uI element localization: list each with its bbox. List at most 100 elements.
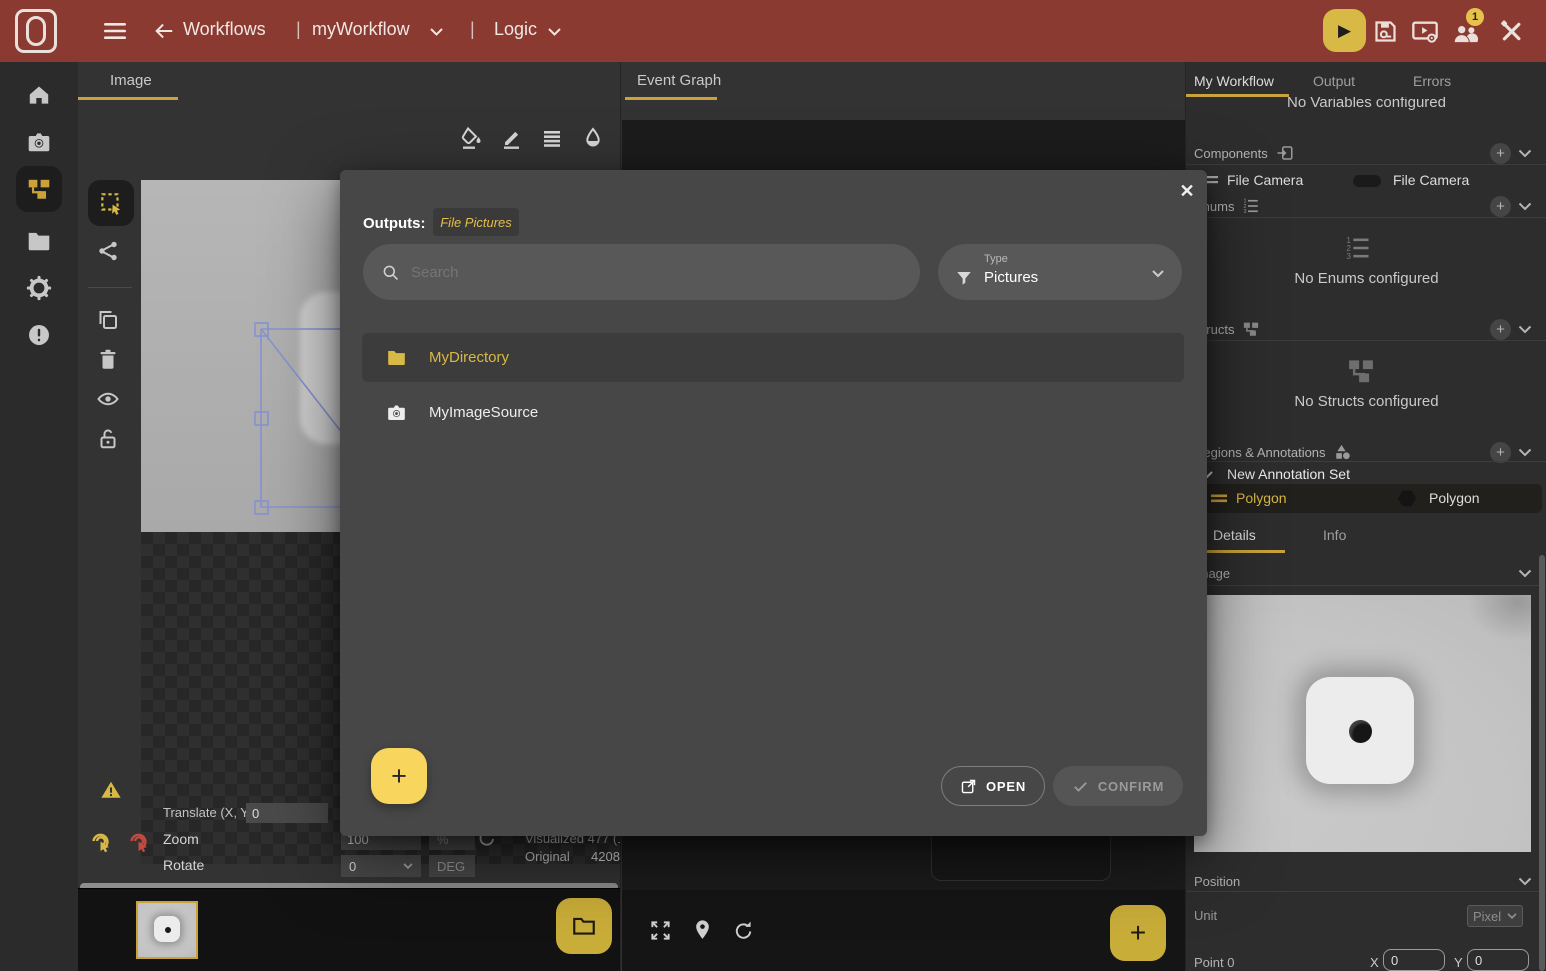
breadcrumb-workflows[interactable]: Workflows: [183, 19, 266, 40]
point0-y-input[interactable]: [1467, 949, 1529, 971]
rotate-select[interactable]: 0: [341, 855, 421, 877]
enums-empty-icon: 123: [1344, 234, 1372, 262]
preview-settings-icon[interactable]: [1411, 19, 1439, 45]
share-polyline-icon[interactable]: [96, 239, 120, 263]
add-struct-button[interactable]: +: [1490, 319, 1511, 340]
thumbnail-selected[interactable]: [136, 901, 198, 959]
components-collapse-chevron[interactable]: [1518, 149, 1532, 158]
pencil-tool-icon[interactable]: [500, 126, 524, 150]
vertical-scrollbar[interactable]: [1539, 555, 1545, 971]
sidebar-item-workflows[interactable]: [16, 166, 62, 212]
add-output-button[interactable]: +: [371, 748, 427, 804]
confirm-button[interactable]: CONFIRM: [1053, 766, 1183, 806]
tab-image[interactable]: Image: [110, 72, 152, 89]
search-input[interactable]: [409, 263, 889, 282]
tool-divider: [88, 287, 132, 288]
add-node-button[interactable]: +: [1110, 905, 1166, 961]
position-collapse-chevron[interactable]: [1518, 877, 1532, 886]
enums-collapse-chevron[interactable]: [1518, 202, 1532, 211]
enums-icon: 123: [1242, 197, 1260, 215]
tab-details[interactable]: Details: [1213, 527, 1256, 543]
event-graph-toolbar: +: [622, 890, 1186, 971]
breadcrumb-divider2: |: [470, 19, 475, 40]
point0-x-input[interactable]: [1383, 949, 1445, 971]
annotation-set-label: New Annotation Set: [1227, 466, 1350, 482]
select-tool-button[interactable]: [88, 180, 134, 226]
translate-input[interactable]: [246, 803, 328, 823]
tab-errors[interactable]: Errors: [1413, 73, 1451, 89]
polygon-row[interactable]: Polygon Polygon: [1197, 484, 1542, 513]
divider: [1186, 340, 1546, 341]
regions-collapse-chevron[interactable]: [1518, 448, 1532, 457]
tab-info[interactable]: Info: [1323, 527, 1346, 543]
add-component-button[interactable]: +: [1490, 143, 1511, 164]
modal-close-button[interactable]: ✕: [1174, 178, 1200, 204]
folder-icon: [26, 228, 52, 254]
opacity-droplet-icon[interactable]: [581, 126, 605, 150]
run-workflow-button[interactable]: ▶: [1323, 9, 1366, 52]
back-arrow-icon[interactable]: [153, 20, 175, 42]
app-root: Image: [0, 0, 1546, 971]
sidebar-item-settings[interactable]: [20, 269, 58, 307]
chevron-down-icon: [1152, 270, 1164, 278]
fill-tool-icon[interactable]: [460, 126, 484, 150]
sidebar-item-alerts[interactable]: [20, 316, 58, 354]
open-button[interactable]: OPEN: [941, 766, 1045, 806]
structs-icon: [1242, 320, 1260, 338]
unit-select[interactable]: Pixel: [1467, 905, 1523, 927]
refresh-icon[interactable]: [732, 919, 755, 942]
drag-handle-icon[interactable]: [1211, 494, 1227, 503]
add-enum-button[interactable]: +: [1490, 196, 1511, 217]
divider: [1186, 891, 1546, 892]
tab-event-graph[interactable]: Event Graph: [637, 72, 721, 89]
layers-lines-icon[interactable]: [540, 126, 564, 150]
component-name: File Camera: [1227, 172, 1303, 188]
lock-open-icon[interactable]: [96, 427, 120, 451]
tab-output[interactable]: Output: [1313, 73, 1355, 89]
rotate-value: 0: [349, 859, 356, 874]
save-workflow-icon[interactable]: [1372, 18, 1399, 45]
alert-icon: [26, 322, 52, 348]
rotate-label: Rotate: [163, 857, 204, 873]
component-row-file-camera[interactable]: File Camera File Camera: [1186, 167, 1546, 193]
visibility-icon[interactable]: [96, 387, 120, 411]
divider: [1186, 461, 1546, 462]
structs-collapse-chevron[interactable]: [1518, 325, 1532, 334]
search-bar[interactable]: [363, 244, 920, 300]
sidebar-item-camera[interactable]: [20, 123, 58, 161]
copy-icon[interactable]: [96, 308, 120, 332]
image-preview[interactable]: [1194, 595, 1531, 852]
delete-icon[interactable]: [96, 347, 120, 371]
component-toggle[interactable]: [1353, 175, 1381, 187]
section-dropdown[interactable]: Logic: [494, 19, 537, 40]
camera-icon: [26, 129, 52, 155]
components-title: Components: [1194, 146, 1268, 161]
breadcrumb-divider: |: [296, 19, 301, 40]
tools-icon[interactable]: [1498, 18, 1525, 45]
tab-details-underline: [1203, 550, 1285, 553]
location-pin-icon[interactable]: [691, 918, 714, 941]
type-filter-value: Pictures: [984, 269, 1038, 286]
sidebar-item-home[interactable]: [20, 76, 58, 114]
open-folder-button[interactable]: [556, 898, 612, 954]
chevron-down-icon[interactable]: [430, 28, 443, 36]
hamburger-menu-icon[interactable]: [104, 22, 126, 40]
right-tabs-bar: My Workflow Output Errors: [1186, 62, 1546, 97]
fit-view-icon[interactable]: [649, 919, 672, 942]
home-icon: [26, 82, 52, 108]
sidebar-item-files[interactable]: [20, 222, 58, 260]
chevron-down-icon[interactable]: [548, 28, 561, 36]
image-collapse-chevron[interactable]: [1518, 569, 1532, 578]
click-select-yellow-icon[interactable]: [89, 830, 113, 854]
workflow-name-dropdown[interactable]: myWorkflow: [312, 19, 410, 40]
click-select-red-icon[interactable]: [127, 830, 151, 854]
add-region-button[interactable]: +: [1490, 442, 1511, 463]
annotation-set-row[interactable]: New Annotation Set: [1186, 464, 1546, 486]
preview-noise: [1441, 595, 1531, 665]
type-filter-dropdown[interactable]: Type Pictures: [938, 244, 1182, 300]
list-item-image-source[interactable]: MyImageSource: [362, 388, 1184, 437]
list-item-directory[interactable]: MyDirectory: [362, 333, 1184, 382]
tab-my-workflow[interactable]: My Workflow: [1194, 73, 1274, 89]
app-logo[interactable]: [15, 9, 57, 53]
list-item-label: MyDirectory: [429, 349, 509, 366]
